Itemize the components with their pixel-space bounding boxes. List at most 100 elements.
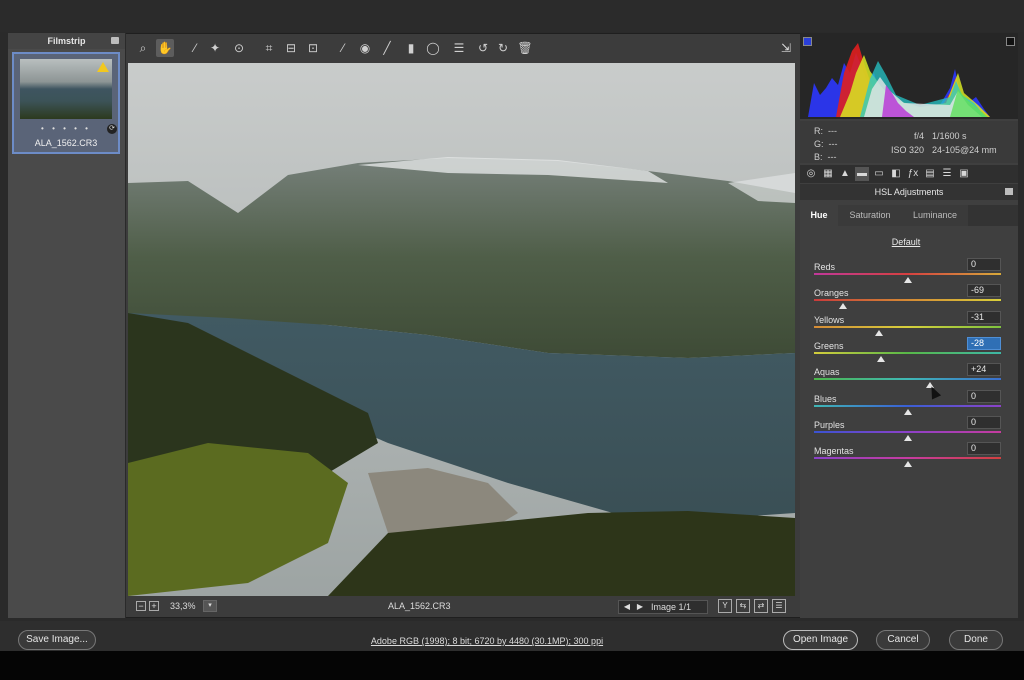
- panel-title: HSL Adjustments: [800, 184, 1018, 200]
- transform-tool-icon[interactable]: ⊡: [304, 39, 322, 57]
- tone-curve-icon[interactable]: ▦: [821, 167, 835, 181]
- cancel-button[interactable]: Cancel: [876, 630, 930, 650]
- filmstrip-menu-icon[interactable]: [111, 37, 119, 44]
- trash-icon[interactable]: 🗑: [516, 39, 534, 57]
- white-balance-tool-icon[interactable]: ⁄: [186, 39, 204, 57]
- slider-label: Magentas: [814, 446, 854, 457]
- before-after-view-icon[interactable]: Y: [718, 599, 732, 613]
- filmstrip-header: Filmstrip: [8, 33, 125, 49]
- slider-track[interactable]: [814, 378, 1001, 389]
- slider-thumb[interactable]: [903, 277, 912, 283]
- slider-thumb[interactable]: [903, 408, 912, 415]
- filmstrip-panel: Filmstrip • • • • • ⟳ ALA_1562.CR3: [8, 33, 126, 618]
- image-navigator: ◀ ▶ Image 1/1: [618, 600, 708, 614]
- zoom-dropdown[interactable]: ▾: [203, 600, 217, 612]
- swap-settings-icon[interactable]: ⇆: [736, 599, 750, 613]
- hsl-subtabs: Hue Saturation Luminance: [800, 205, 1018, 226]
- radial-filter-icon[interactable]: ◯: [424, 39, 442, 57]
- detail-icon[interactable]: ▲: [838, 167, 852, 181]
- rotate-left-icon[interactable]: ↺: [474, 39, 492, 57]
- zoom-level: 33,3%: [170, 601, 196, 611]
- camera-calibration-icon[interactable]: ▤: [923, 167, 937, 181]
- slider-label: Purples: [814, 419, 845, 430]
- histogram: [800, 33, 1018, 119]
- slider-magentas: Magentas 0: [814, 442, 1001, 472]
- highlight-clipping-icon[interactable]: [1006, 37, 1015, 46]
- slider-thumb[interactable]: [903, 461, 912, 468]
- image-info: R: --- G: --- B: --- f/4 1/1600 s ISO 320…: [800, 121, 1018, 163]
- spot-removal-tool-icon[interactable]: ⁄: [334, 39, 352, 57]
- open-image-button[interactable]: Open Image: [783, 630, 858, 650]
- slider-track[interactable]: [814, 351, 1001, 362]
- zoom-out-button[interactable]: −: [136, 601, 146, 611]
- tab-hue[interactable]: Hue: [800, 205, 838, 226]
- warning-icon[interactable]: [97, 62, 109, 72]
- g-value: ---: [828, 139, 838, 149]
- shadow-clipping-icon[interactable]: [803, 37, 812, 46]
- shutter-speed: 1/1600 s: [932, 131, 967, 141]
- tab-luminance[interactable]: Luminance: [902, 205, 968, 226]
- copy-settings-icon[interactable]: ⇄: [754, 599, 768, 613]
- presets-icon[interactable]: ☰: [940, 167, 954, 181]
- slider-track[interactable]: [814, 299, 1001, 310]
- red-eye-tool-icon[interactable]: ◉: [356, 39, 374, 57]
- split-toning-icon[interactable]: ▭: [872, 167, 886, 181]
- screen-bottom-edge: [0, 651, 1024, 680]
- slider-track[interactable]: [814, 430, 1001, 441]
- slider-thumb[interactable]: [877, 355, 886, 362]
- rotate-right-icon[interactable]: ↻: [494, 39, 512, 57]
- slider-track[interactable]: [814, 325, 1001, 336]
- slider-label: Aquas: [814, 367, 840, 378]
- snapshots-icon[interactable]: ▣: [957, 167, 971, 181]
- slider-value-input[interactable]: -31: [967, 310, 1001, 324]
- panel-menu-icon[interactable]: [1005, 188, 1013, 195]
- straighten-tool-icon[interactable]: ⊟: [282, 39, 300, 57]
- slider-thumb[interactable]: [903, 434, 912, 441]
- lens-corrections-icon[interactable]: ◧: [889, 167, 903, 181]
- slider-thumb[interactable]: [874, 329, 883, 336]
- filmstrip-thumbnail[interactable]: • • • • • ⟳ ALA_1562.CR3: [12, 52, 120, 154]
- basic-panel-icon[interactable]: ◎: [804, 167, 818, 181]
- slider-track[interactable]: [814, 273, 1001, 283]
- panel-tabs: ◎ ▦ ▲ ▬ ▭ ◧ ƒx ▤ ☰ ▣: [800, 165, 1018, 183]
- slider-value-input[interactable]: 0: [967, 389, 1001, 403]
- previous-image-button[interactable]: ◀: [621, 601, 633, 613]
- export-icon[interactable]: ⇲: [776, 39, 796, 57]
- default-link[interactable]: Default: [800, 237, 1012, 247]
- slider-thumb[interactable]: [838, 303, 847, 310]
- b-value: ---: [827, 152, 837, 162]
- adjustments-panel: R: --- G: --- B: --- f/4 1/1600 s ISO 320…: [800, 33, 1018, 618]
- zoom-in-button[interactable]: +: [149, 601, 159, 611]
- done-button[interactable]: Done: [949, 630, 1003, 650]
- tab-saturation[interactable]: Saturation: [838, 205, 902, 226]
- slider-value-input[interactable]: -69: [967, 284, 1001, 298]
- sync-icon: ⟳: [107, 124, 117, 134]
- slider-value-input[interactable]: 0: [967, 258, 1001, 271]
- effects-icon[interactable]: ƒx: [906, 167, 920, 181]
- slider-label: Blues: [814, 393, 837, 404]
- zoom-tool-icon[interactable]: ⌕: [134, 39, 152, 57]
- slider-label: Oranges: [814, 288, 849, 299]
- slider-value-input[interactable]: 0: [967, 442, 1001, 456]
- image-preview[interactable]: [128, 63, 795, 596]
- slider-track[interactable]: [814, 404, 1001, 415]
- hand-tool-icon[interactable]: ✋: [156, 39, 174, 57]
- toggle-settings-icon[interactable]: ☰: [772, 599, 786, 613]
- graduated-filter-icon[interactable]: ▮: [402, 39, 420, 57]
- slider-value-input[interactable]: 0: [967, 415, 1001, 429]
- b-label: B:: [814, 152, 823, 162]
- slider-track[interactable]: [814, 457, 1001, 468]
- hsl-icon[interactable]: ▬: [855, 167, 869, 181]
- slider-value-input[interactable]: +24: [967, 363, 1001, 377]
- slider-label: Yellows: [814, 314, 845, 325]
- targeted-adjustment-tool-icon[interactable]: ⊙: [230, 39, 248, 57]
- slider-value-input[interactable]: -28: [967, 336, 1001, 350]
- crop-tool-icon[interactable]: ⌗: [260, 39, 278, 57]
- preferences-icon[interactable]: ☰: [450, 39, 468, 57]
- r-value: ---: [828, 126, 838, 136]
- color-sampler-tool-icon[interactable]: ✦: [206, 39, 224, 57]
- rating-dots[interactable]: • • • • •: [14, 124, 118, 133]
- lens: 24-105@24 mm: [932, 145, 997, 155]
- next-image-button[interactable]: ▶: [634, 601, 646, 613]
- adjustment-brush-icon[interactable]: ╱: [378, 39, 396, 57]
